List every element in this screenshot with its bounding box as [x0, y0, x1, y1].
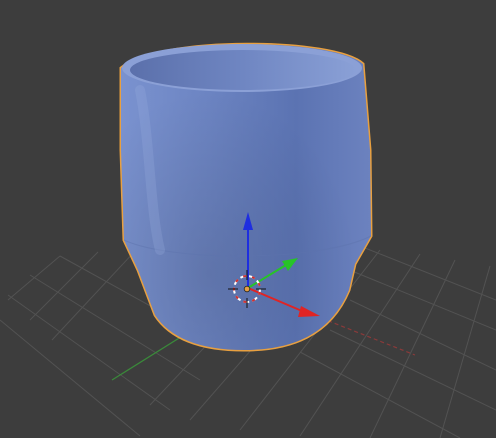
3d-viewport[interactable]: [0, 0, 496, 438]
object-origin: [243, 285, 251, 293]
cup-mesh[interactable]: [119, 42, 373, 352]
viewport-canvas[interactable]: [0, 0, 496, 438]
